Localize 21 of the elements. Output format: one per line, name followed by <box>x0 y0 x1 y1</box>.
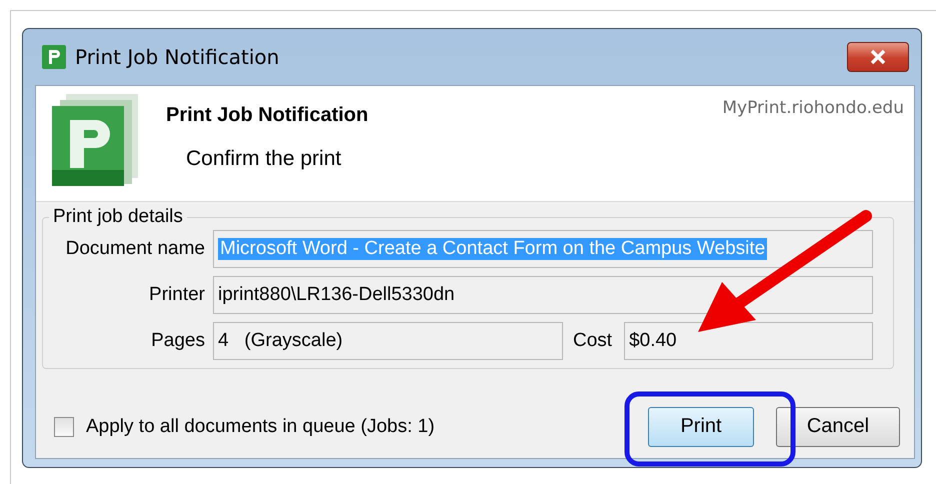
dialog-heading: Print Job Notification <box>166 104 368 127</box>
group-legend: Print job details <box>49 206 187 228</box>
field-label: Document name <box>64 238 205 260</box>
print-button[interactable]: Print <box>648 406 754 446</box>
window-title: Print Job Notification <box>75 45 280 69</box>
server-name: MyPrint.riohondo.edu <box>722 98 904 118</box>
field-label: Pages <box>150 330 205 352</box>
field-value: Microsoft Word - Create a Contact Form on the Campus Website <box>218 238 768 260</box>
checkbox[interactable] <box>54 416 74 436</box>
close-icon <box>869 49 887 65</box>
dialog-subtitle: Confirm the print <box>185 147 342 171</box>
text-field[interactable]: $0.40 <box>624 322 873 360</box>
checkbox-label: Apply to all documents in queue (Jobs: 1) <box>86 416 435 438</box>
app-logo-icon <box>41 44 67 70</box>
field-label: Cost <box>572 330 614 352</box>
field-value: iprint880\LR136-Dell5330dn <box>218 284 455 306</box>
close-button[interactable] <box>847 42 909 72</box>
cancel-button[interactable]: Cancel <box>776 406 900 446</box>
text-field[interactable]: iprint880\LR136-Dell5330dn <box>213 276 873 314</box>
field-label: Printer <box>148 284 205 306</box>
text-field[interactable]: 4 (Grayscale) <box>213 322 563 360</box>
